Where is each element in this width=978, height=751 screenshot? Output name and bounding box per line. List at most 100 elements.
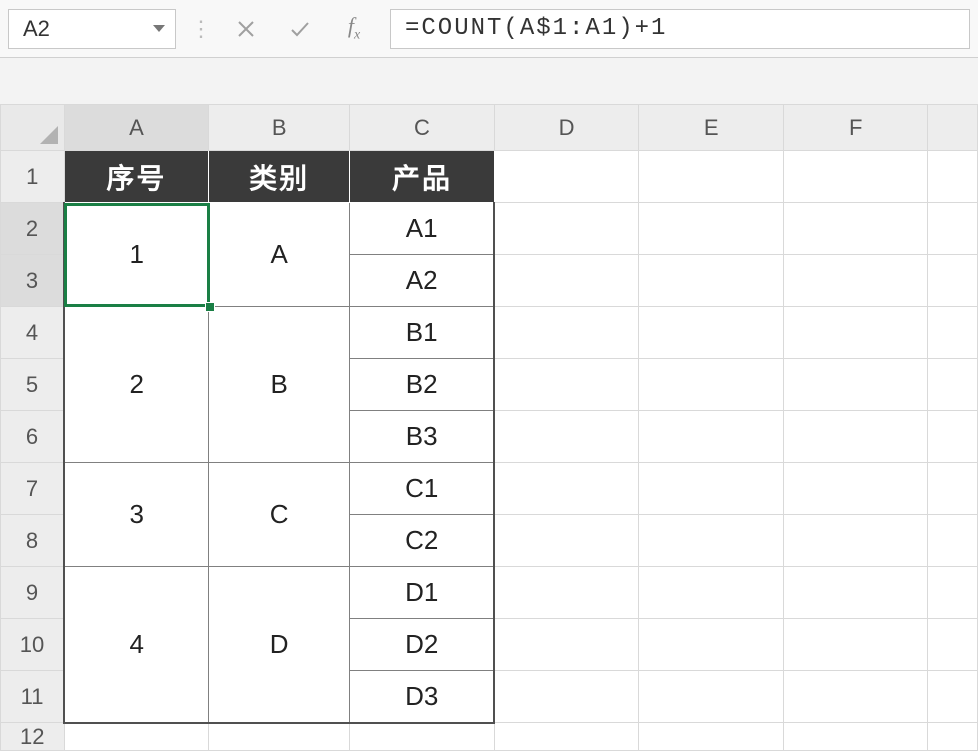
cell-D11[interactable] [494,671,639,723]
fill-handle[interactable] [205,302,215,312]
cell-F3[interactable] [783,255,928,307]
fx-icon[interactable]: fx [338,13,370,45]
cell-G2[interactable] [928,203,978,255]
cell-G8[interactable] [928,515,978,567]
row-header-8[interactable]: 8 [1,515,65,567]
cell-B7[interactable]: C [209,463,350,567]
row-header-2[interactable]: 2 [1,203,65,255]
dropdown-icon[interactable] [153,25,165,32]
col-header-C[interactable]: C [350,105,495,151]
cell-E5[interactable] [639,359,784,411]
row-header-7[interactable]: 7 [1,463,65,515]
cell-F2[interactable] [783,203,928,255]
cell-A4[interactable]: 2 [64,307,209,463]
cell-G7[interactable] [928,463,978,515]
cell-B2[interactable]: A [209,203,350,307]
cell-F8[interactable] [783,515,928,567]
grid[interactable]: A B C D E F 1 序号 类别 产品 2 1 A A1 3 A2 [0,104,978,751]
formula-input[interactable]: =COUNT(A$1:A1)+1 [390,9,970,49]
cell-A9[interactable]: 4 [64,567,209,723]
name-box[interactable]: A2 [8,9,176,49]
cell-E3[interactable] [639,255,784,307]
cell-E9[interactable] [639,567,784,619]
cell-G12[interactable] [928,723,978,751]
cell-G6[interactable] [928,411,978,463]
row-header-3[interactable]: 3 [1,255,65,307]
cell-F7[interactable] [783,463,928,515]
cell-D1[interactable] [494,151,639,203]
cell-A12[interactable] [64,723,209,751]
cell-C7[interactable]: C1 [350,463,495,515]
cell-A7[interactable]: 3 [64,463,209,567]
cell-B1[interactable]: 类别 [209,151,350,203]
cell-D9[interactable] [494,567,639,619]
cell-F6[interactable] [783,411,928,463]
select-all-corner[interactable] [1,105,65,151]
cell-D2[interactable] [494,203,639,255]
cell-G1[interactable] [928,151,978,203]
cell-F12[interactable] [783,723,928,751]
cell-C12[interactable] [350,723,495,751]
cell-E11[interactable] [639,671,784,723]
cell-A1[interactable]: 序号 [64,151,209,203]
row-header-9[interactable]: 9 [1,567,65,619]
cell-C10[interactable]: D2 [350,619,495,671]
cell-D12[interactable] [494,723,639,751]
col-header-B[interactable]: B [209,105,350,151]
cell-C8[interactable]: C2 [350,515,495,567]
cell-F1[interactable] [783,151,928,203]
cell-B9[interactable]: D [209,567,350,723]
col-header-extra[interactable] [928,105,978,151]
cell-F4[interactable] [783,307,928,359]
cell-D3[interactable] [494,255,639,307]
col-header-D[interactable]: D [494,105,639,151]
row-header-5[interactable]: 5 [1,359,65,411]
col-header-E[interactable]: E [639,105,784,151]
cell-G3[interactable] [928,255,978,307]
row-header-6[interactable]: 6 [1,411,65,463]
col-header-F[interactable]: F [783,105,928,151]
cell-E10[interactable] [639,619,784,671]
cell-G10[interactable] [928,619,978,671]
cell-C3[interactable]: A2 [350,255,495,307]
cell-A2[interactable]: 1 [64,203,209,307]
cell-F10[interactable] [783,619,928,671]
row-header-11[interactable]: 11 [1,671,65,723]
cell-E6[interactable] [639,411,784,463]
worksheet[interactable]: A B C D E F 1 序号 类别 产品 2 1 A A1 3 A2 [0,104,978,751]
cell-G9[interactable] [928,567,978,619]
cancel-icon[interactable] [230,13,262,45]
cell-E2[interactable] [639,203,784,255]
cell-E4[interactable] [639,307,784,359]
cell-F9[interactable] [783,567,928,619]
cell-C2[interactable]: A1 [350,203,495,255]
col-header-A[interactable]: A [64,105,209,151]
cell-C11[interactable]: D3 [350,671,495,723]
cell-C5[interactable]: B2 [350,359,495,411]
cell-D4[interactable] [494,307,639,359]
cell-F11[interactable] [783,671,928,723]
cell-D6[interactable] [494,411,639,463]
row-header-12[interactable]: 12 [1,723,65,751]
cell-G5[interactable] [928,359,978,411]
cell-C6[interactable]: B3 [350,411,495,463]
cell-C4[interactable]: B1 [350,307,495,359]
cell-E12[interactable] [639,723,784,751]
cell-D8[interactable] [494,515,639,567]
cell-E8[interactable] [639,515,784,567]
cell-G11[interactable] [928,671,978,723]
row-header-10[interactable]: 10 [1,619,65,671]
row-header-1[interactable]: 1 [1,151,65,203]
cell-E1[interactable] [639,151,784,203]
cell-B12[interactable] [209,723,350,751]
cell-D7[interactable] [494,463,639,515]
confirm-icon[interactable] [284,13,316,45]
cell-D10[interactable] [494,619,639,671]
cell-C1[interactable]: 产品 [350,151,495,203]
cell-B4[interactable]: B [209,307,350,463]
cell-D5[interactable] [494,359,639,411]
row-header-4[interactable]: 4 [1,307,65,359]
cell-E7[interactable] [639,463,784,515]
cell-F5[interactable] [783,359,928,411]
cell-G4[interactable] [928,307,978,359]
